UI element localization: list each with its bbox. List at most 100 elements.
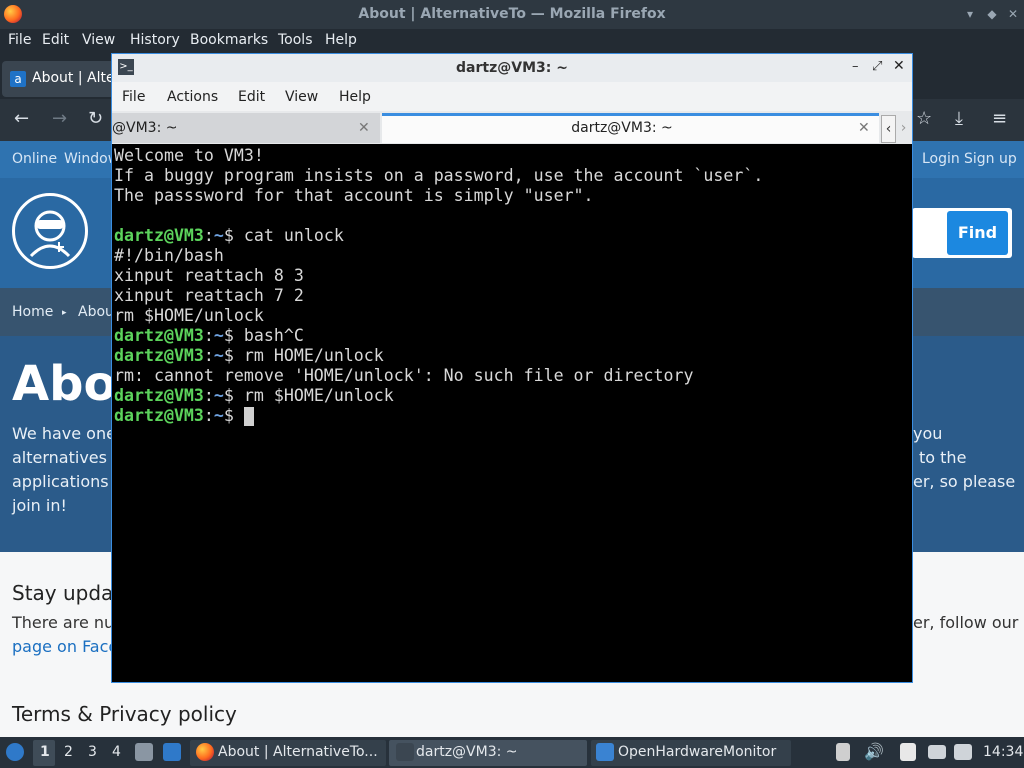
maximize-icon[interactable]: ⤢	[872, 59, 882, 74]
tab-about-alternativeto[interactable]: a About | Alternat	[2, 61, 122, 97]
term-menu-file[interactable]: File	[122, 89, 145, 105]
menu-file[interactable]: File	[8, 32, 31, 48]
prompt-path: ~	[213, 326, 224, 345]
prompt-path: ~	[213, 386, 224, 405]
firefox-window-title: About | AlternativeTo — Mozilla Firefox	[358, 6, 666, 22]
about-text-line: you	[913, 424, 943, 443]
minimize-icon[interactable]: –	[852, 59, 859, 74]
menu-help[interactable]: Help	[325, 32, 357, 48]
prompt-path: ~	[213, 406, 224, 425]
stay-text: er, follow our	[913, 613, 1019, 632]
clock: 14:34	[983, 744, 1024, 760]
workspace-1[interactable]: 1	[40, 744, 50, 760]
workspace-3[interactable]: 3	[88, 744, 97, 760]
breadcrumb-separator-icon: ▸	[62, 308, 67, 318]
tab-scroll-left-icon[interactable]: ‹	[881, 115, 896, 143]
about-text-line: applications y	[12, 472, 124, 491]
prompt-user: dartz@VM3	[114, 386, 204, 405]
terminal-output-line: rm: cannot remove 'HOME/unlock': No such…	[114, 366, 694, 385]
nav-link-online[interactable]: Online	[12, 151, 57, 167]
find-button[interactable]: Find	[947, 211, 1008, 255]
terminal-cursor	[244, 407, 254, 426]
term-menu-edit[interactable]: Edit	[238, 89, 265, 105]
firefox-icon	[196, 743, 214, 761]
prompt-path: ~	[213, 226, 224, 245]
menu-view[interactable]: View	[82, 32, 115, 48]
menu-bookmarks[interactable]: Bookmarks	[190, 32, 268, 48]
prompt-user: dartz@VM3	[114, 406, 204, 425]
clipboard-icon[interactable]	[836, 743, 850, 761]
display-icon[interactable]	[928, 745, 946, 759]
terminal-menubar: File Actions Edit View Help	[112, 82, 912, 112]
network-icon[interactable]	[954, 744, 972, 760]
maximize-icon[interactable]: ◆	[985, 7, 999, 21]
term-menu-actions[interactable]: Actions	[167, 89, 218, 105]
terminal-output-line: xinput reattach 7 2	[114, 286, 304, 305]
terminal-tabstrip: @VM3: ~ ✕ dartz@VM3: ~ ✕ ‹ ›	[112, 111, 912, 144]
terminal-output-line: xinput reattach 8 3	[114, 266, 304, 285]
login-link[interactable]: Login	[922, 151, 960, 167]
terminal-output-line: If a buggy program insists on a password…	[114, 166, 764, 185]
term-menu-view[interactable]: View	[285, 89, 318, 105]
terminal-tab-2[interactable]: dartz@VM3: ~ ✕	[382, 113, 879, 143]
tab-label: About | Alternat	[32, 70, 120, 86]
start-menu-icon[interactable]	[6, 743, 24, 761]
terminal-command-line: dartz@VM3:~$ rm HOME/unlock	[114, 346, 384, 365]
terminal-output-line: #!/bin/bash	[114, 246, 224, 265]
close-tab-icon[interactable]: ✕	[858, 116, 870, 140]
prompt-user: dartz@VM3	[114, 326, 204, 345]
menu-tools[interactable]: Tools	[278, 32, 313, 48]
terminal-window-title: dartz@VM3: ~	[456, 60, 568, 76]
terminal-tab-label: dartz@VM3: ~	[571, 120, 673, 136]
about-text-line: er, so please	[913, 472, 1016, 491]
breadcrumb-home[interactable]: Home	[12, 304, 53, 320]
close-icon[interactable]: ✕	[893, 58, 905, 74]
clipboard-icon[interactable]	[900, 743, 916, 761]
minimize-icon[interactable]: ▾	[963, 7, 977, 21]
close-icon[interactable]: ✕	[1006, 7, 1020, 21]
close-tab-icon[interactable]: ✕	[358, 113, 370, 143]
terminal-tab-label: @VM3: ~	[112, 120, 178, 136]
about-text-line: join in!	[12, 496, 67, 515]
tab-scroll-right-icon[interactable]: ›	[897, 115, 910, 141]
menu-history[interactable]: History	[130, 32, 180, 48]
workspace-2[interactable]: 2	[64, 744, 73, 760]
terminal-icon	[396, 743, 414, 761]
menu-edit[interactable]: Edit	[42, 32, 69, 48]
workspace-4[interactable]: 4	[112, 744, 121, 760]
task-terminal-label: dartz@VM3: ~	[416, 744, 518, 760]
terminal-command-line: dartz@VM3:~$ cat unlock	[114, 226, 344, 245]
bookmark-star-icon[interactable]: ☆	[916, 109, 932, 129]
download-icon[interactable]: ⤓	[955, 109, 963, 129]
folder-icon	[596, 743, 614, 761]
alternativeto-favicon: a	[10, 71, 26, 87]
terminal-output-line: Welcome to VM3!	[114, 146, 264, 165]
terms-heading: Terms & Privacy policy	[12, 702, 237, 726]
taskbar: 1 2 3 4 About | AlternativeTo... dartz@V…	[0, 737, 1024, 768]
terminal-command-line: dartz@VM3:~$ rm $HOME/unlock	[114, 386, 394, 405]
breadcrumb-about[interactable]: Abou	[78, 304, 114, 320]
show-desktop-icon[interactable]	[163, 743, 181, 761]
terminal-output-line: rm $HOME/unlock	[114, 306, 264, 325]
firefox-menubar: File Edit View History Bookmarks Tools H…	[0, 29, 1024, 53]
terminal-output[interactable]: Welcome to VM3! If a buggy program insist…	[114, 146, 910, 680]
prompt-user: dartz@VM3	[114, 346, 204, 365]
reload-icon[interactable]: ↻	[88, 109, 103, 129]
term-menu-help[interactable]: Help	[339, 89, 371, 105]
terminal-tab-1[interactable]: @VM3: ~ ✕	[112, 113, 380, 143]
file-manager-icon[interactable]	[135, 743, 153, 761]
stay-updated-heading: Stay upda	[12, 581, 114, 605]
prompt-path: ~	[213, 346, 224, 365]
task-firefox-label: About | AlternativeTo...	[218, 744, 378, 760]
forward-icon[interactable]: →	[52, 109, 67, 129]
alternativeto-logo[interactable]	[12, 193, 88, 269]
speaker-icon[interactable]: 🔊	[864, 742, 884, 761]
prompt-user: dartz@VM3	[114, 226, 204, 245]
back-icon[interactable]: ←	[14, 109, 29, 129]
firefox-titlebar: About | AlternativeTo — Mozilla Firefox …	[0, 0, 1024, 29]
terminal-command-line: dartz@VM3:~$ bash^C	[114, 326, 304, 345]
hamburger-menu-icon[interactable]: ≡	[992, 109, 1007, 129]
task-ohm-label: OpenHardwareMonitor	[618, 744, 777, 760]
terminal-titlebar: >_ dartz@VM3: ~ – ⤢ ✕	[112, 54, 912, 82]
signup-link[interactable]: Sign up	[964, 151, 1017, 167]
